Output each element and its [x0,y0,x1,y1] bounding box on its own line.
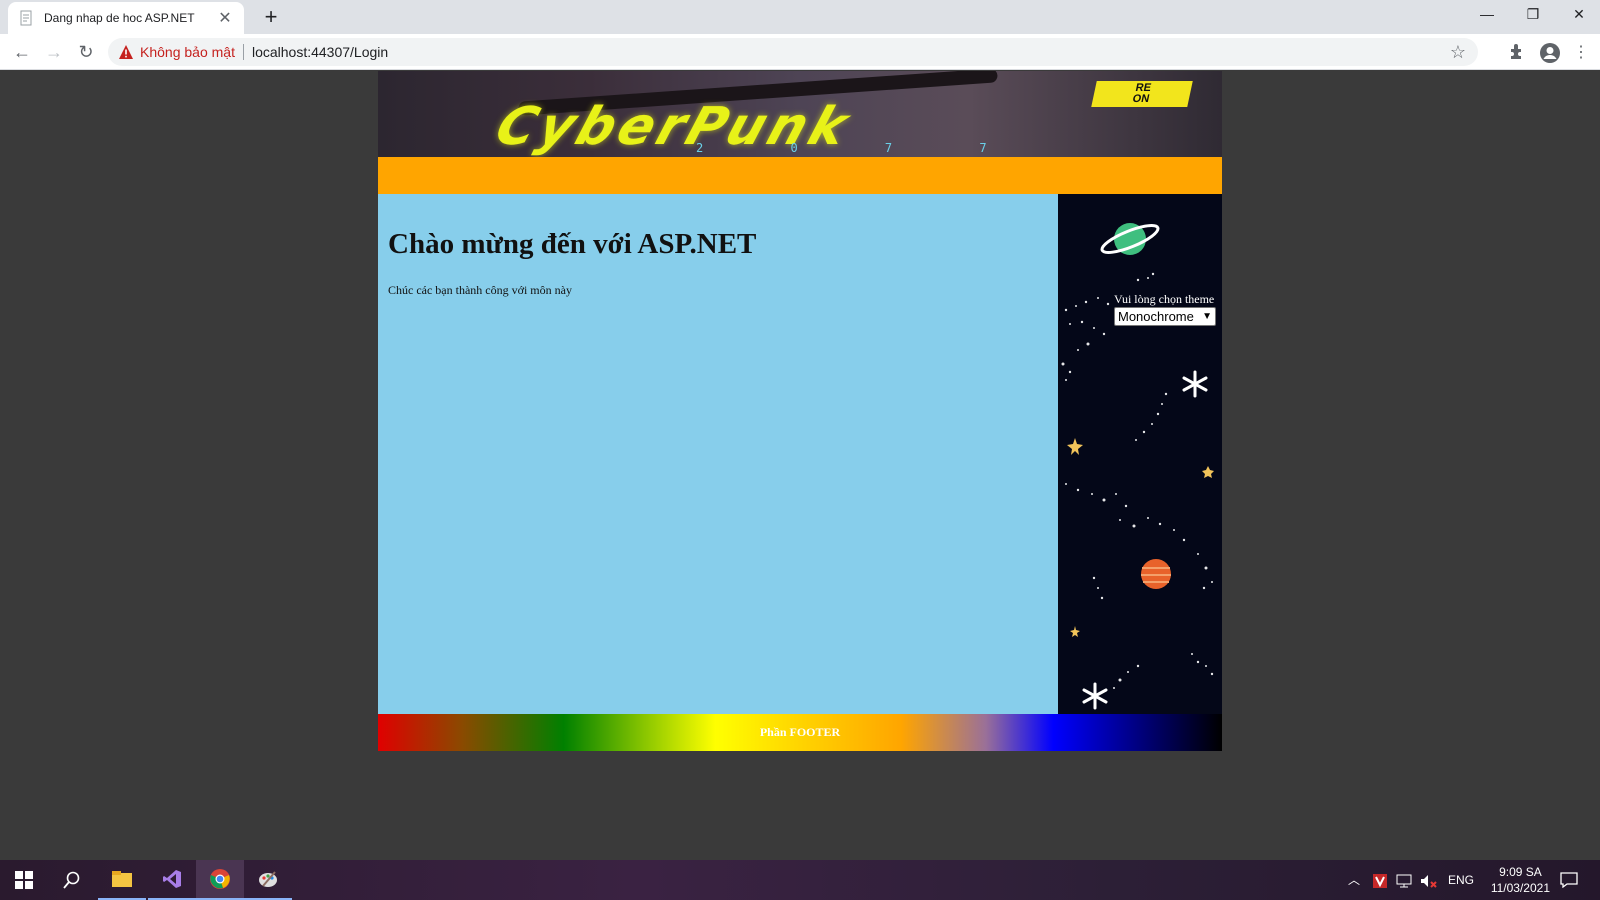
page-title: Chào mừng đến với ASP.NET [388,228,757,260]
paint-icon[interactable] [244,860,292,900]
extensions-icon[interactable] [1506,42,1528,64]
back-icon[interactable]: ← [10,40,34,64]
taskbar: ︿ ENG 9:09 SA 11/03/2021 [0,860,1600,900]
security-label[interactable]: Không bảo mật [140,44,235,60]
website: CyberPunk 2 0 7 7 RE ON Chào mừng đến vớ… [378,71,1222,751]
nav-bar [378,157,1222,194]
file-explorer-icon[interactable] [98,860,146,900]
restore-icon[interactable]: ❐ [1510,0,1556,30]
search-icon[interactable] [48,860,96,900]
banner-badge: RE ON [1091,81,1193,107]
url-text[interactable]: localhost:44307/Login [252,44,1450,60]
chevron-down-icon: ▼ [1202,311,1212,322]
browser-tab[interactable]: Dang nhap de hoc ASP.NET ✕ [8,2,244,34]
minimize-icon[interactable]: — [1464,0,1510,30]
ringed-planet-icon [1100,223,1160,255]
page-icon [18,10,34,26]
windows-start-icon[interactable] [0,860,48,900]
show-hidden-icons-icon[interactable]: ︿ [1348,860,1360,900]
theme-label: Vui lòng chọn theme [1114,292,1215,306]
chrome-icon[interactable] [196,860,244,900]
new-tab-button[interactable]: + [258,4,284,30]
close-tab-icon[interactable]: ✕ [216,8,234,28]
close-window-icon[interactable]: ✕ [1556,0,1600,30]
welcome-text: Chúc các bạn thành công với môn này [388,283,572,297]
browser-tab-bar: Dang nhap de hoc ASP.NET ✕ + — ❐ ✕ [0,0,1600,34]
header-banner: CyberPunk 2 0 7 7 RE ON [378,71,1222,157]
content-row: Chào mừng đến với ASP.NET Chúc các bạn t… [378,194,1222,714]
address-bar[interactable]: Không bảo mật localhost:44307/Login ☆ [108,38,1478,66]
clock-time: 9:09 SA [1499,865,1542,879]
small-star-icon [1067,438,1214,637]
sparkle-icon [1082,370,1208,710]
divider [242,44,244,60]
notifications-icon[interactable] [1560,860,1578,900]
orange-planet-icon [1141,559,1171,589]
profile-icon[interactable] [1539,42,1561,64]
antivirus-icon[interactable] [1372,860,1388,900]
reload-icon[interactable]: ↻ [74,40,98,64]
footer: Phần FOOTER [378,714,1222,751]
forward-icon[interactable]: → [42,40,66,64]
theme-select[interactable]: Monochrome ▼ [1114,307,1216,326]
badge-bottom-text: ON [1131,93,1151,105]
network-icon[interactable] [1396,860,1412,900]
language-indicator[interactable]: ENG [1448,860,1474,900]
sidebar: Vui lòng chọn theme Monochrome ▼ [1058,194,1222,714]
warning-icon [118,44,134,60]
visual-studio-icon[interactable] [148,860,196,900]
space-background [1061,223,1214,710]
main-content: Chào mừng đến với ASP.NET Chúc các bạn t… [378,194,1058,714]
browser-menu-icon[interactable]: ⋮ [1570,42,1592,64]
star-dots [1061,272,1214,689]
volume-muted-icon[interactable] [1420,860,1438,900]
clock[interactable]: 9:09 SA 11/03/2021 [1491,864,1550,896]
banner-subtitle: 2 0 7 7 [696,141,1027,155]
clock-date: 11/03/2021 [1490,881,1550,895]
theme-select-value: Monochrome [1118,309,1194,324]
browser-toolbar: ← → ↻ Không bảo mật localhost:44307/Logi… [0,34,1600,70]
bookmark-star-icon[interactable]: ☆ [1450,42,1466,63]
tab-title: Dang nhap de hoc ASP.NET [44,11,195,25]
